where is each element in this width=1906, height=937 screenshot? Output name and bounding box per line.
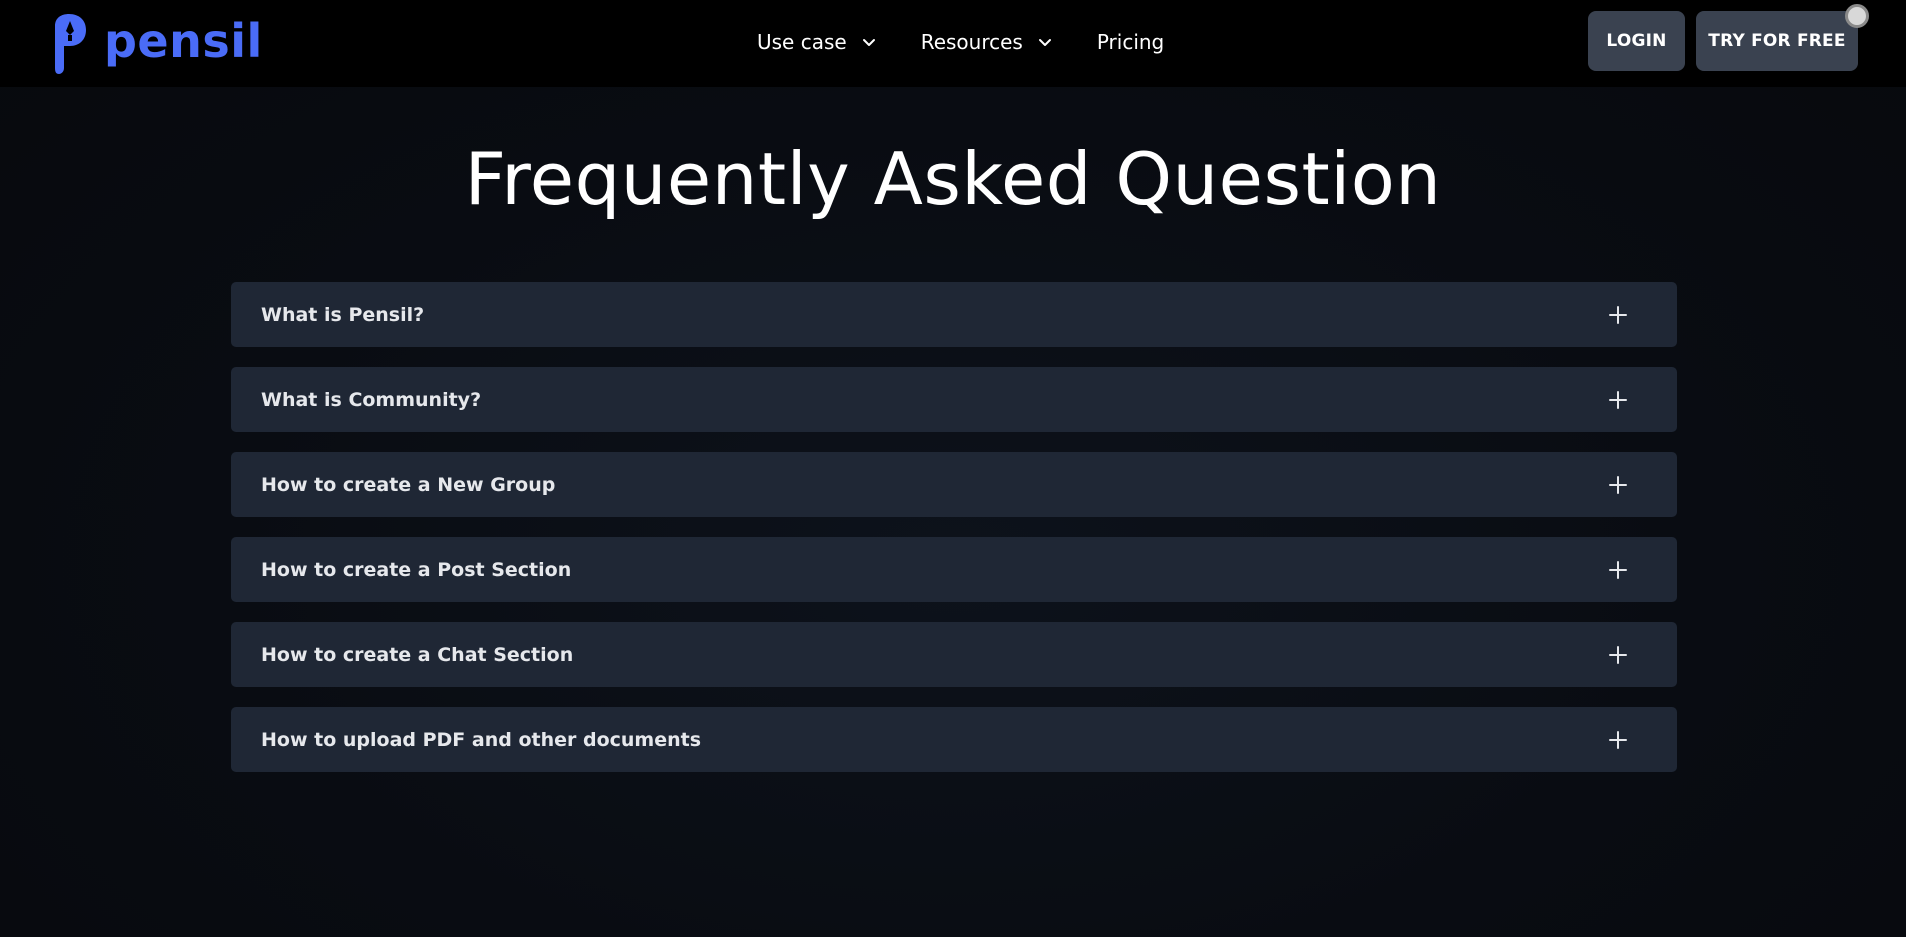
nav-pricing-label: Pricing: [1096, 29, 1165, 54]
nav-pricing[interactable]: Pricing: [1097, 30, 1164, 54]
chevron-down-icon: [862, 38, 875, 46]
pensil-logo-icon: [55, 14, 86, 74]
faq-question: How to create a New Group: [261, 473, 556, 496]
nav-use-case[interactable]: Use case: [757, 30, 877, 54]
faq-question: How to create a Post Section: [261, 558, 572, 581]
faq-item-post-section[interactable]: How to create a Post Section: [231, 537, 1677, 602]
faq-item-what-is-community[interactable]: What is Community?: [231, 367, 1677, 432]
plus-icon: [1609, 475, 1627, 494]
faq-list: What is Pensil? What is Community? How t…: [231, 282, 1677, 792]
chevron-down-icon: [1038, 38, 1051, 46]
nav-use-case-label: Use case: [757, 29, 847, 54]
nav-resources-label: Resources: [920, 29, 1023, 54]
logo-link[interactable]: pensil: [48, 12, 263, 74]
plus-icon: [1609, 305, 1627, 324]
faq-item-what-is-pensil[interactable]: What is Pensil?: [231, 282, 1677, 347]
status-dot: [1845, 4, 1869, 28]
plus-icon: [1609, 390, 1627, 409]
plus-icon: [1609, 560, 1627, 579]
login-button[interactable]: LOGIN: [1588, 11, 1685, 71]
faq-title: Frequently Asked Question: [464, 137, 1442, 221]
try-for-free-button[interactable]: TRY FOR FREE: [1696, 11, 1858, 71]
plus-icon: [1609, 730, 1627, 749]
main-nav: Use case Resources Pricing: [757, 0, 1164, 83]
faq-question: How to create a Chat Section: [261, 643, 574, 666]
faq-question: How to upload PDF and other documents: [261, 728, 702, 751]
faq-item-chat-section[interactable]: How to create a Chat Section: [231, 622, 1677, 687]
logo-text: pensil: [104, 14, 263, 68]
faq-item-upload-pdf[interactable]: How to upload PDF and other documents: [231, 707, 1677, 772]
faq-question: What is Pensil?: [261, 303, 425, 326]
top-navbar: pensil Use case Resources Pricing LOGIN …: [0, 0, 1906, 87]
page: pensil Use case Resources Pricing LOGIN …: [0, 0, 1906, 937]
nav-resources[interactable]: Resources: [921, 30, 1053, 54]
faq-item-new-group[interactable]: How to create a New Group: [231, 452, 1677, 517]
plus-icon: [1609, 645, 1627, 664]
faq-question: What is Community?: [261, 388, 482, 411]
